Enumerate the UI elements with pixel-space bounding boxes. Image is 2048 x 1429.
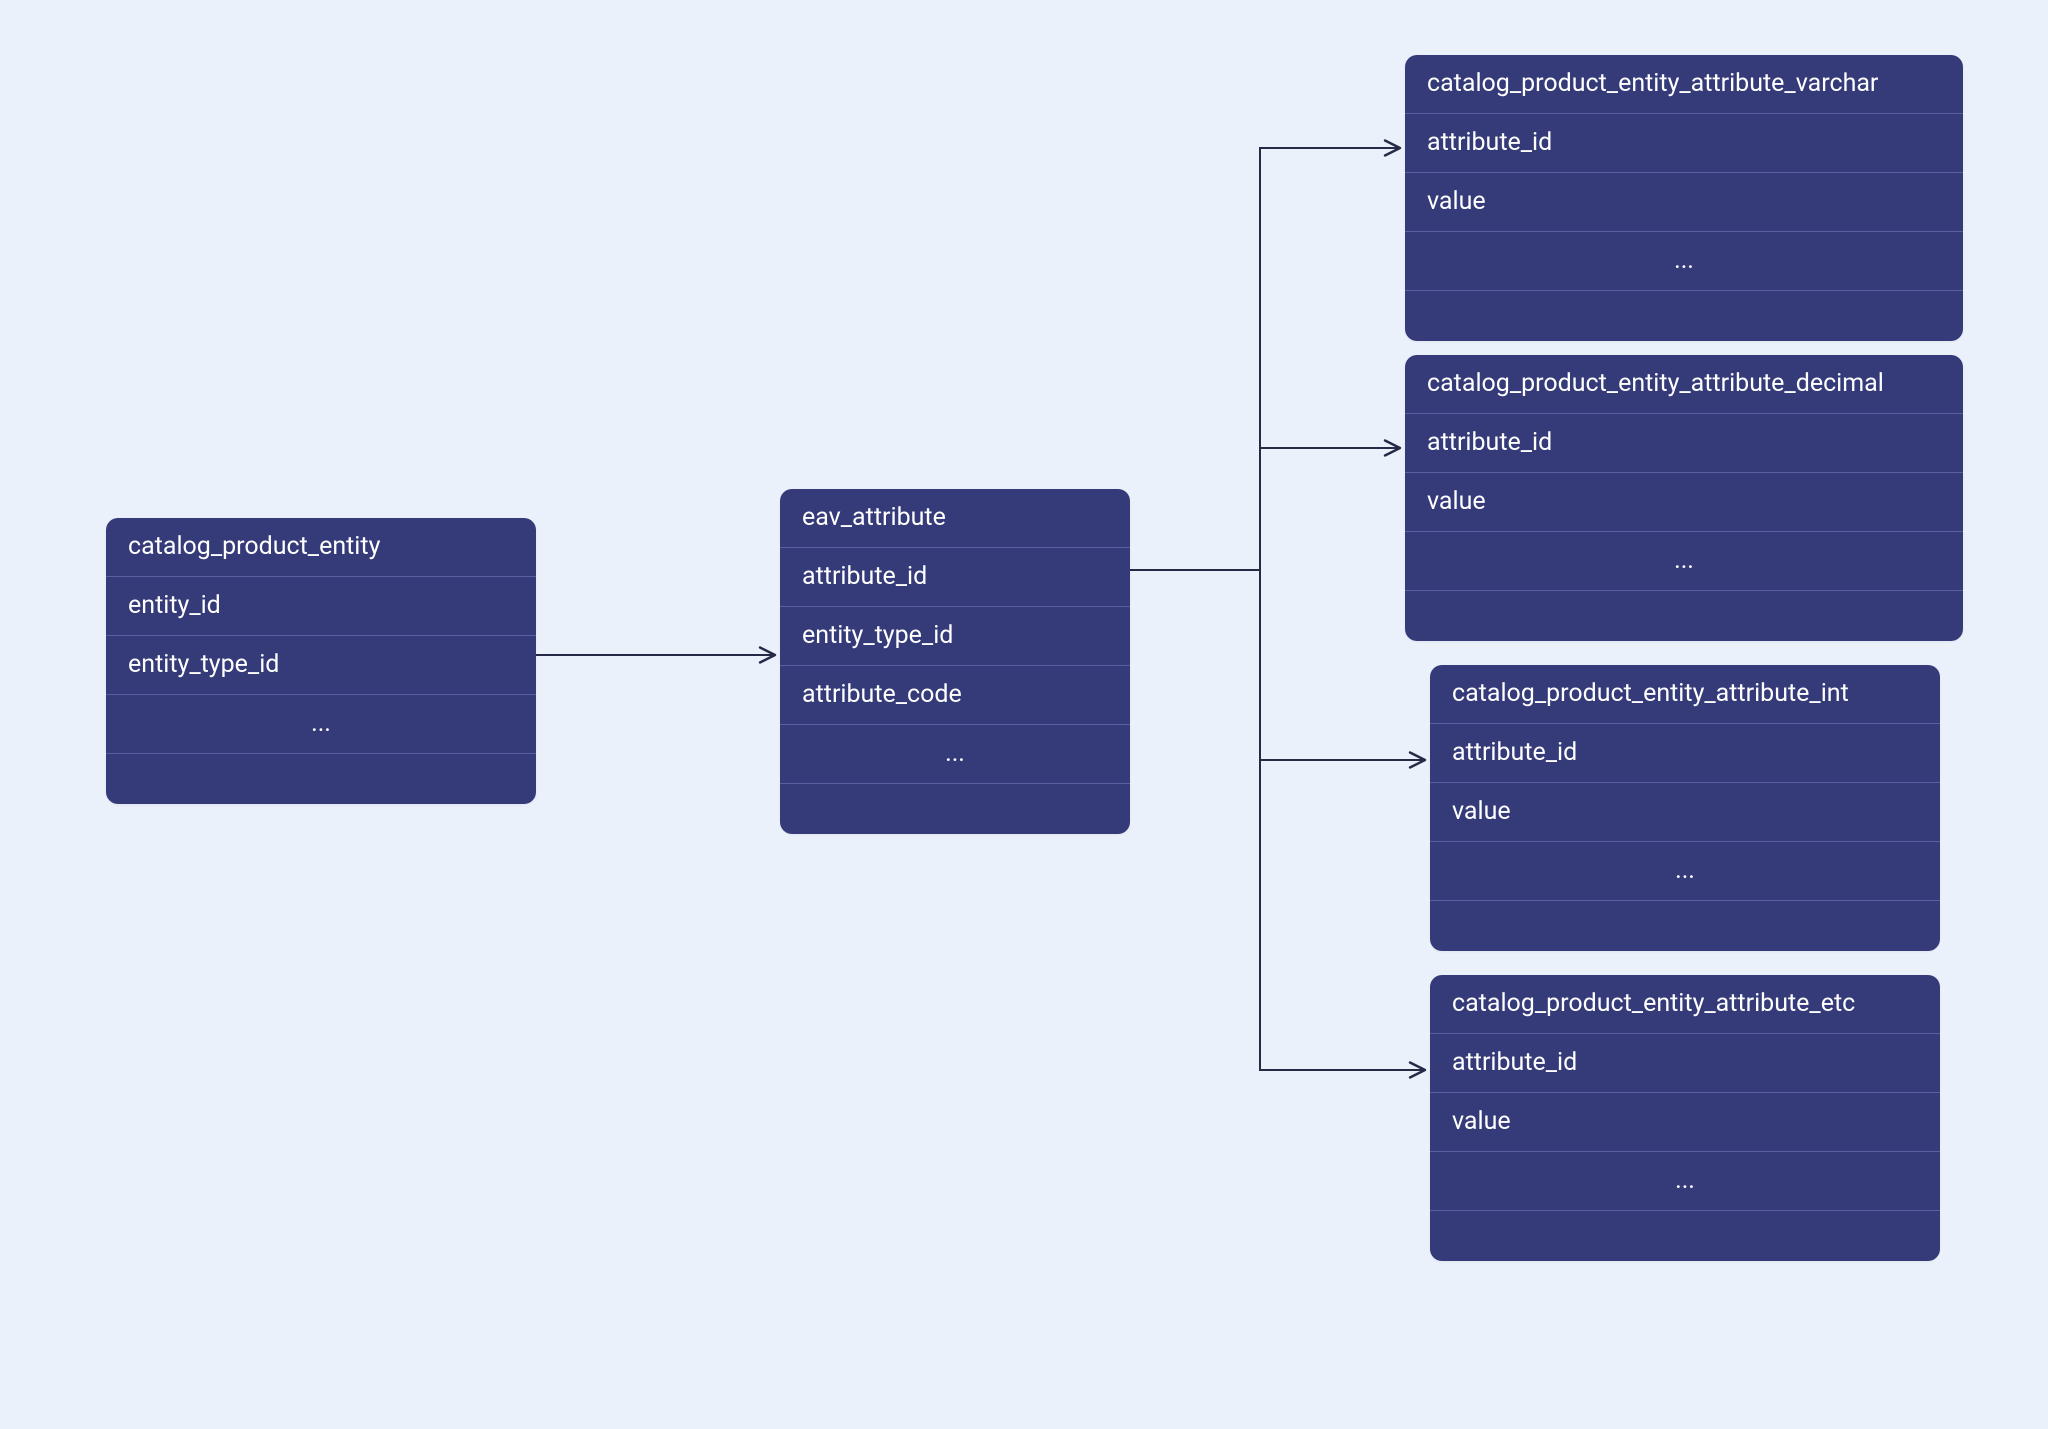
entity-blank-row <box>1405 591 1963 641</box>
entity-field: value <box>1430 783 1940 842</box>
entity-field: entity_id <box>106 577 536 636</box>
entity-blank-row <box>1430 901 1940 951</box>
entity-field: value <box>1405 173 1963 232</box>
entity-ellipsis: ... <box>780 725 1130 784</box>
entity-field: entity_type_id <box>106 636 536 695</box>
entity-field: attribute_id <box>1430 724 1940 783</box>
entity-blank-row <box>106 754 536 804</box>
entity-field: value <box>1430 1093 1940 1152</box>
entity-title: catalog_product_entity <box>106 518 536 577</box>
entity-field: entity_type_id <box>780 607 1130 666</box>
entity-field: attribute_code <box>780 666 1130 725</box>
entity-blank-row <box>780 784 1130 834</box>
entity-title: catalog_product_entity_attribute_int <box>1430 665 1940 724</box>
entity-ellipsis: ... <box>106 695 536 754</box>
entity-ellipsis: ... <box>1430 842 1940 901</box>
entity-catalog-product-entity[interactable]: catalog_product_entity entity_id entity_… <box>106 518 536 804</box>
entity-field: attribute_id <box>780 548 1130 607</box>
entity-title: eav_attribute <box>780 489 1130 548</box>
entity-field: attribute_id <box>1405 114 1963 173</box>
entity-attribute-etc[interactable]: catalog_product_entity_attribute_etc att… <box>1430 975 1940 1261</box>
entity-blank-row <box>1430 1211 1940 1261</box>
entity-ellipsis: ... <box>1430 1152 1940 1211</box>
entity-blank-row <box>1405 291 1963 341</box>
entity-title: catalog_product_entity_attribute_decimal <box>1405 355 1963 414</box>
entity-eav-attribute[interactable]: eav_attribute attribute_id entity_type_i… <box>780 489 1130 834</box>
entity-ellipsis: ... <box>1405 232 1963 291</box>
entity-field: value <box>1405 473 1963 532</box>
entity-title: catalog_product_entity_attribute_etc <box>1430 975 1940 1034</box>
entity-attribute-varchar[interactable]: catalog_product_entity_attribute_varchar… <box>1405 55 1963 341</box>
entity-ellipsis: ... <box>1405 532 1963 591</box>
diagram-canvas: catalog_product_entity entity_id entity_… <box>0 0 2048 1429</box>
entity-title: catalog_product_entity_attribute_varchar <box>1405 55 1963 114</box>
entity-field: attribute_id <box>1430 1034 1940 1093</box>
entity-attribute-decimal[interactable]: catalog_product_entity_attribute_decimal… <box>1405 355 1963 641</box>
entity-attribute-int[interactable]: catalog_product_entity_attribute_int att… <box>1430 665 1940 951</box>
entity-field: attribute_id <box>1405 414 1963 473</box>
